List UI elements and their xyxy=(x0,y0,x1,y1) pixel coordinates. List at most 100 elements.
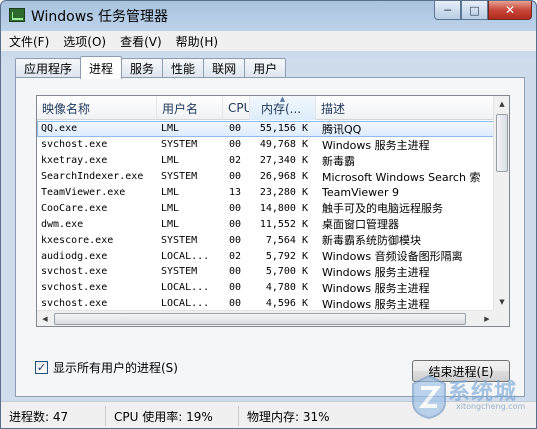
menu-view[interactable]: 查看(V) xyxy=(120,33,162,50)
process-description: Windows 服务主进程 xyxy=(322,138,430,152)
minimize-button[interactable]: ─ xyxy=(434,1,461,20)
process-memory: 23,280 K xyxy=(259,187,308,198)
process-description: Windows 服务主进程 xyxy=(322,265,430,279)
show-all-users-label: 显示所有用户的进程(S) xyxy=(53,361,178,375)
process-image-name: SearchIndexer.exe xyxy=(41,171,144,183)
process-memory: 11,552 K xyxy=(259,218,308,230)
sort-ascending-icon: ▲ xyxy=(279,96,286,103)
process-user-name: SYSTEM xyxy=(161,139,198,151)
process-row[interactable]: QQ.exe LML 00 55,156 K 腾讯QQ xyxy=(37,121,495,137)
menu-bar: 文件(F) 选项(O) 查看(V) 帮助(H) xyxy=(1,31,536,51)
process-image-name: kxetray.exe xyxy=(41,155,108,167)
tab-processes[interactable]: 进程 xyxy=(80,56,123,79)
process-description: TeamViewer 9 xyxy=(322,186,399,199)
column-cpu[interactable]: CPU xyxy=(223,96,250,120)
process-row[interactable]: SearchIndexer.exe SYSTEM 00 26,968 K Microso… xyxy=(37,169,495,185)
show-all-users-option[interactable]: ✓ 显示所有用户的进程(S) xyxy=(35,359,178,376)
process-description: 新毒霸系统防御模块 xyxy=(322,234,421,248)
status-physical-memory: 物理内存: 31% xyxy=(247,409,330,424)
process-user-name: LOCAL... xyxy=(161,250,210,262)
column-description[interactable]: 描述 xyxy=(316,96,495,120)
menu-options[interactable]: 选项(O) xyxy=(63,33,106,50)
horizontal-scrollbar[interactable]: ◀ ▶ xyxy=(37,310,495,326)
tab-strip: 应用程序 进程 服务 性能 联网 用户 xyxy=(15,56,287,79)
close-button[interactable]: ✕ xyxy=(488,1,532,20)
scroll-up-icon[interactable]: ▲ xyxy=(494,96,509,112)
scroll-down-icon[interactable]: ▼ xyxy=(494,294,509,310)
process-cpu: 02 xyxy=(229,155,242,167)
process-cpu: 00 xyxy=(229,123,242,135)
tab-users[interactable]: 用户 xyxy=(244,58,287,78)
process-user-name: LOCAL... xyxy=(161,282,210,294)
process-row[interactable]: audiodg.exe LOCAL... 02 5,792 K Windows 音频设备… xyxy=(37,248,495,264)
process-image-name: dwm.exe xyxy=(41,218,84,230)
process-memory: 55,156 K xyxy=(259,123,308,135)
process-memory: 7,564 K xyxy=(265,234,308,246)
process-row[interactable]: svchost.exe SYSTEM 00 49,768 K Windows 服务主进程 xyxy=(37,137,495,153)
column-memory[interactable]: ▲ 内存(... xyxy=(250,96,316,120)
process-row[interactable]: dwm.exe LML 00 11,552 K 桌面窗口管理器 xyxy=(37,216,495,232)
process-memory: 26,968 K xyxy=(259,171,308,183)
process-cpu: 00 xyxy=(229,282,242,294)
process-user-name: LML xyxy=(161,218,180,230)
process-cpu: 00 xyxy=(229,266,242,278)
scroll-left-icon[interactable]: ◀ xyxy=(37,311,53,326)
process-user-name: LOCAL... xyxy=(161,298,210,310)
task-manager-window: Windows 任务管理器 ─ □ ✕ 文件(F) 选项(O) 查看(V) 帮助… xyxy=(0,0,537,429)
maximize-button[interactable]: □ xyxy=(461,1,488,20)
vertical-scroll-thumb[interactable] xyxy=(496,114,508,172)
process-user-name: SYSTEM xyxy=(161,171,198,183)
column-user-name[interactable]: 用户名 xyxy=(157,96,223,120)
process-description: 腾讯QQ xyxy=(322,122,362,136)
vertical-scrollbar[interactable]: ▲ ▼ xyxy=(493,96,509,310)
process-image-name: audiodg.exe xyxy=(41,250,108,262)
title-bar[interactable]: Windows 任务管理器 ─ □ ✕ xyxy=(1,1,536,31)
process-image-name: QQ.exe xyxy=(41,123,78,135)
process-user-name: LML xyxy=(161,155,180,167)
process-memory: 27,340 K xyxy=(259,155,308,167)
process-row[interactable]: svchost.exe SYSTEM 00 5,700 K Windows 服务主进程 xyxy=(37,264,495,280)
status-process-count: 进程数: 47 xyxy=(1,406,106,426)
process-user-name: LML xyxy=(161,123,180,135)
tab-services[interactable]: 服务 xyxy=(121,58,164,78)
horizontal-scroll-thumb[interactable] xyxy=(54,313,466,325)
process-memory: 4,780 K xyxy=(265,282,308,294)
processes-panel: 映像名称 用户名 CPU ▲ 内存(... 描述 QQ.exe LML 00 55,1… xyxy=(15,77,525,397)
show-all-users-checkbox[interactable]: ✓ xyxy=(35,361,48,374)
process-row[interactable]: kxescore.exe SYSTEM 00 7,564 K 新毒霸系统防御模块 xyxy=(37,232,495,248)
process-row[interactable]: TeamViewer.exe LML 13 23,280 K TeamViewer 9 xyxy=(37,185,495,201)
process-user-name: SYSTEM xyxy=(161,266,198,278)
process-row[interactable]: svchost.exe LOCAL... 00 4,780 K Windows 服务主进… xyxy=(37,280,495,296)
tab-networking[interactable]: 联网 xyxy=(203,58,246,78)
process-image-name: svchost.exe xyxy=(41,298,108,310)
menu-file[interactable]: 文件(F) xyxy=(9,33,49,50)
process-description: 触手可及的电脑远程服务 xyxy=(322,202,443,216)
process-image-name: CooCare.exe xyxy=(41,202,108,214)
process-description: 桌面窗口管理器 xyxy=(322,218,399,232)
process-memory: 49,768 K xyxy=(259,139,308,151)
process-memory: 14,800 K xyxy=(259,202,308,214)
process-cpu: 00 xyxy=(229,234,242,246)
process-row[interactable]: CooCare.exe LML 00 14,800 K 触手可及的电脑远程服务 xyxy=(37,200,495,216)
process-list[interactable]: 映像名称 用户名 CPU ▲ 内存(... 描述 QQ.exe LML 00 55,1… xyxy=(36,95,510,327)
process-description: Windows 服务主进程 xyxy=(322,281,430,295)
column-image-name[interactable]: 映像名称 xyxy=(37,96,157,120)
process-row[interactable]: kxetray.exe LML 02 27,340 K 新毒霸 xyxy=(37,153,495,169)
process-cpu: 13 xyxy=(229,187,242,198)
tab-applications[interactable]: 应用程序 xyxy=(15,58,82,78)
process-rows: QQ.exe LML 00 55,156 K 腾讯QQ svchost.exe SYSTEM… xyxy=(37,121,495,326)
process-cpu: 00 xyxy=(229,298,242,310)
tab-performance[interactable]: 性能 xyxy=(162,58,205,78)
process-memory: 5,700 K xyxy=(265,266,308,278)
watermark-logo-icon xyxy=(412,374,446,420)
process-image-name: kxescore.exe xyxy=(41,234,114,246)
process-cpu: 02 xyxy=(229,250,242,262)
status-cpu-usage: CPU 使用率: 19% xyxy=(106,406,239,426)
menu-help[interactable]: 帮助(H) xyxy=(176,33,218,50)
process-image-name: TeamViewer.exe xyxy=(41,187,126,198)
process-cpu: 00 xyxy=(229,171,242,183)
process-memory: 5,792 K xyxy=(265,250,308,262)
watermark: 系统城 xitongcheng.com xyxy=(408,370,528,426)
process-image-name: svchost.exe xyxy=(41,266,108,278)
window-controls: ─ □ ✕ xyxy=(434,1,532,21)
